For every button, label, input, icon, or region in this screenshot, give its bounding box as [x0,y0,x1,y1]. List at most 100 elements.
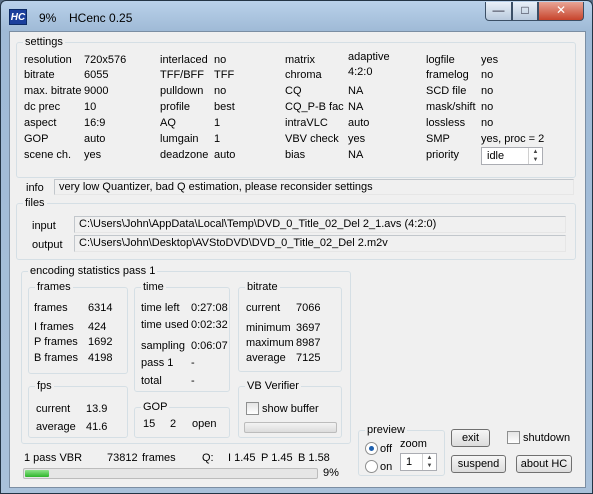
setting-value-1-7: yes [84,149,102,161]
spin-up-icon[interactable]: ▲ [423,454,436,462]
setting-label-3-2: chroma [285,69,322,81]
frames-stat-label: I frames [34,321,74,333]
title-bar[interactable]: HC 9% HCenc 0.25 — □ ✕ [1,1,592,31]
setting-label-1-3: max. bitrate [24,85,82,97]
preview-group-title: preview [365,424,407,436]
frames-group-title: frames [35,281,73,293]
setting-label-1-6: GOP [24,133,49,145]
bitrate-stat-value: 7125 [296,352,321,364]
show-buffer-label: show buffer [262,403,319,415]
fps-stat-value: 13.9 [86,403,108,415]
setting-label-3-5: intraVLC [285,117,328,129]
setting-label-3-6: VBV check [285,133,339,145]
vb-verifier-title: VB Verifier [245,380,301,392]
maximize-icon: □ [521,3,529,17]
gop-n-value: 15 [143,418,156,430]
setting-value-4-5: no [481,117,494,129]
output-file-field: C:\Users\John\Desktop\AVStoDVD\DVD_0_Tit… [74,235,566,252]
zoom-spin-arrows[interactable]: ▲ ▼ [422,454,436,470]
setting-value-3-4: NA [348,101,364,113]
setting-value-2-7: auto [214,149,236,161]
frames-stat-value: 6314 [88,302,113,314]
frames-stat-value: 4198 [88,352,113,364]
setting-label-2-5: AQ [160,117,176,129]
quantizer-i-value: I 1.45 [228,452,256,464]
spin-up-icon[interactable]: ▲ [529,148,542,156]
time-stat-value: - [191,357,195,369]
info-message-field: very low Quantizer, bad Q estimation, pl… [54,179,574,195]
maximize-button[interactable]: □ [512,2,538,21]
setting-value-4-4: no [481,101,494,113]
zoom-label: zoom [400,438,427,450]
exit-button[interactable]: exit [451,429,490,447]
preview-off-label: off [380,443,393,455]
frames-stat-label: B frames [34,352,79,364]
title-progress-percent: 9% [39,11,57,25]
setting-label-4-3: SCD file [426,85,467,97]
shutdown-checkbox[interactable] [507,431,520,444]
time-stat-label: sampling [141,340,186,352]
priority-spin-arrows[interactable]: ▲ ▼ [528,148,542,164]
quantizer-label: Q: [202,452,214,464]
setting-label-1-5: aspect [24,117,57,129]
bitrate-stat-value: 7066 [296,302,321,314]
bitrate-group-title: bitrate [245,281,280,293]
priority-spinbox[interactable]: idle ▲ ▼ [481,147,543,165]
preview-on-label: on [380,461,393,473]
info-label: info [26,182,44,194]
gop-type-value: open [192,418,217,430]
preview-on-radio[interactable] [365,460,378,473]
minimize-button[interactable]: — [485,2,512,21]
setting-label-3-1: matrix [285,54,315,66]
client-area: settings info very low Quantizer, bad Q … [9,31,586,488]
setting-label-2-6: lumgain [160,133,199,145]
setting-value-2-3: no [214,85,227,97]
frames-stat-value: 424 [88,321,107,333]
setting-value-4-1: yes [481,54,499,66]
zoom-value: 1 [406,456,413,468]
setting-label-2-7: deadzone [160,149,209,161]
vb-buffer-bar [244,422,337,433]
time-stat-label: total [141,375,162,387]
setting-label-1-4: dc prec [24,101,61,113]
close-icon: ✕ [555,3,567,17]
setting-label-2-2: TFF/BFF [160,69,204,81]
show-buffer-checkbox[interactable] [246,402,259,415]
time-stat-value: 0:06:07 [191,340,228,352]
spin-down-icon[interactable]: ▼ [423,462,436,470]
bitrate-stat-label: average [246,352,286,364]
setting-label-3-4: CQ_P-B fac [285,101,344,113]
setting-value-4-6: yes, proc = 2 [481,133,545,145]
setting-value-3-5: auto [348,117,370,129]
bitrate-stat-value: 3697 [296,322,321,334]
fps-stat-label: current [36,403,71,415]
close-button[interactable]: ✕ [538,2,584,21]
progress-percent-text: 9% [323,467,339,479]
preview-off-radio[interactable] [365,442,378,455]
setting-label-4-6: SMP [426,133,450,145]
about-button[interactable]: about HC [516,455,572,473]
time-stat-label: time left [141,302,180,314]
setting-label-2-1: interlaced [160,54,208,66]
setting-value-1-2: 6055 [84,69,109,81]
zoom-spinbox[interactable]: 1 ▲ ▼ [400,453,437,471]
setting-value-2-1: no [214,54,227,66]
setting-value-1-4: 10 [84,101,97,113]
time-stat-value: - [191,375,195,387]
spin-down-icon[interactable]: ▼ [529,156,542,164]
setting-value-4-2: no [481,69,494,81]
setting-label-3-3: CQ [285,85,302,97]
total-frames-label: frames [142,452,176,464]
setting-value-1-6: auto [84,133,106,145]
setting-value-2-4: best [214,101,235,113]
settings-group-title: settings [23,36,65,48]
setting-value-3-1: adaptive [348,51,390,63]
hcenc-app-icon: HC [9,9,27,25]
setting-label-4-1: logfile [426,54,455,66]
encoding-progress-bar [23,468,318,479]
fps-stat-value: 41.6 [86,421,108,433]
setting-value-3-3: NA [348,85,364,97]
suspend-button[interactable]: suspend [451,455,506,473]
files-group-title: files [23,197,47,209]
setting-label-4-2: framelog [426,69,469,81]
